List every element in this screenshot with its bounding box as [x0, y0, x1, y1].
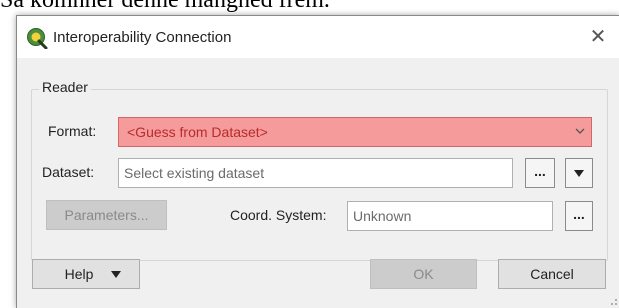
- background-document-text: Sa komnner dehne manghed frem.: [0, 0, 330, 13]
- interoperability-connection-dialog: Interoperability Connection ✕ Reader For…: [16, 15, 619, 308]
- dataset-browse-button[interactable]: ...: [525, 158, 555, 188]
- coord-system-label: Coord. System:: [230, 207, 327, 223]
- triangle-down-icon: [111, 271, 121, 278]
- help-button-label: Help: [64, 266, 94, 282]
- close-icon[interactable]: ✕: [576, 16, 619, 58]
- format-value: <Guess from Dataset>: [127, 124, 268, 140]
- ok-button[interactable]: OK: [370, 259, 477, 289]
- qgis-app-icon: [27, 28, 48, 49]
- format-combobox[interactable]: <Guess from Dataset>: [118, 117, 592, 147]
- reader-group-label: Reader: [39, 79, 91, 95]
- format-label: Format:: [48, 123, 97, 139]
- coord-system-input[interactable]: Unknown: [347, 201, 553, 231]
- parameters-button[interactable]: Parameters...: [46, 200, 167, 230]
- help-button[interactable]: Help: [32, 259, 140, 289]
- triangle-down-icon: [574, 170, 584, 177]
- dataset-options-button[interactable]: [565, 158, 593, 188]
- resize-grip-icon[interactable]: [608, 296, 618, 306]
- coord-system-browse-button[interactable]: ...: [565, 201, 593, 231]
- dialog-title: Interoperability Connection: [53, 29, 232, 46]
- cancel-button[interactable]: Cancel: [498, 259, 606, 289]
- title-bar: Interoperability Connection ✕: [17, 16, 619, 58]
- chevron-down-icon: [575, 128, 585, 134]
- dataset-label: Dataset:: [42, 164, 95, 180]
- dataset-input[interactable]: Select existing dataset: [118, 158, 513, 188]
